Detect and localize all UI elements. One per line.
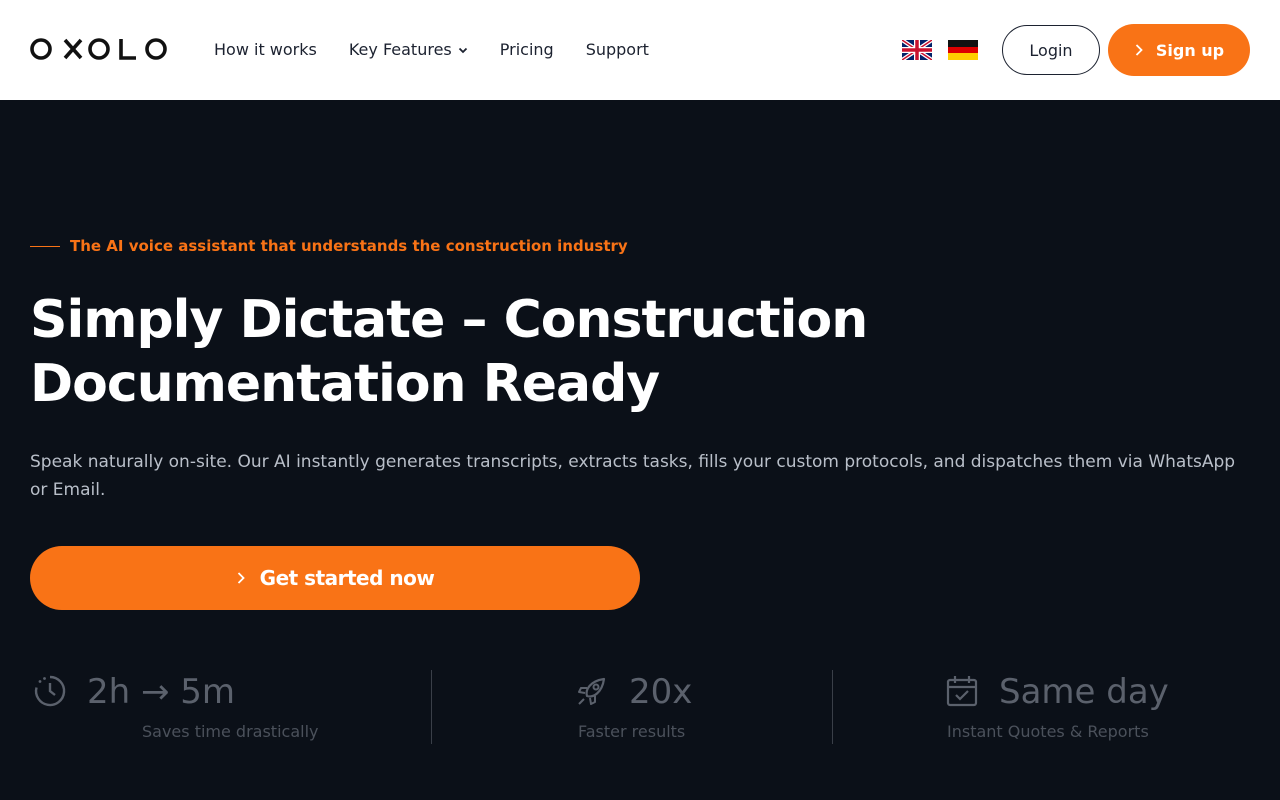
rocket-icon	[578, 677, 606, 705]
stat-value: 20x	[629, 672, 693, 712]
signup-button[interactable]: Sign up	[1108, 24, 1250, 76]
cta-label: Get started now	[259, 566, 435, 590]
calendar-check-icon	[946, 676, 978, 707]
login-label: Login	[1029, 40, 1073, 60]
login-button[interactable]: Login	[1002, 25, 1100, 75]
nav-label: Support	[585, 40, 649, 59]
top-navbar: How it works Key Features Pricing Suppor…	[0, 0, 1280, 100]
nav-how-it-works[interactable]: How it works	[214, 38, 317, 62]
chevron-right-icon	[237, 572, 245, 584]
clock-icon	[34, 675, 66, 707]
main-nav: How it works Key Features Pricing Suppor…	[214, 38, 649, 62]
stats-row: 2h → 5m Saves time drastically 20x Faste…	[0, 670, 1280, 745]
nav-support[interactable]: Support	[586, 38, 649, 62]
stat-label: Saves time drastically	[142, 722, 319, 741]
nav-key-features[interactable]: Key Features	[349, 38, 468, 62]
stat-label: Instant Quotes & Reports	[947, 722, 1149, 741]
eyebrow-text: The AI voice assistant that understands …	[70, 237, 628, 255]
hero-eyebrow: The AI voice assistant that understands …	[30, 237, 628, 255]
stat-same-day: Same day Instant Quotes & Reports	[833, 670, 1280, 745]
get-started-button[interactable]: Get started now	[30, 546, 640, 610]
chevron-right-icon	[1135, 44, 1143, 56]
nav-label: How it works	[214, 40, 317, 59]
stat-label: Faster results	[578, 722, 686, 741]
flag-uk-icon[interactable]	[902, 40, 932, 60]
signup-label: Sign up	[1155, 40, 1225, 60]
stat-time-saved: 2h → 5m Saves time drastically	[0, 670, 430, 745]
chevron-down-icon	[458, 47, 467, 54]
oxolo-logo[interactable]	[30, 36, 168, 62]
nav-pricing[interactable]: Pricing	[500, 38, 554, 62]
stat-speed: 20x Faster results	[432, 670, 832, 745]
flag-de-icon[interactable]	[948, 40, 978, 60]
hero-subtext: Speak naturally on-site. Our AI instantl…	[30, 452, 1236, 500]
hero-headline: Simply Dictate – Construction Documentat…	[30, 290, 868, 414]
logo-wordmark	[30, 38, 167, 60]
stat-value: 2h → 5m	[87, 672, 236, 712]
stat-value: Same day	[999, 672, 1169, 712]
eyebrow-line	[30, 245, 60, 247]
nav-label: Pricing	[499, 40, 554, 59]
nav-label: Key Features	[348, 40, 452, 59]
hero-section: The AI voice assistant that understands …	[0, 100, 1280, 800]
